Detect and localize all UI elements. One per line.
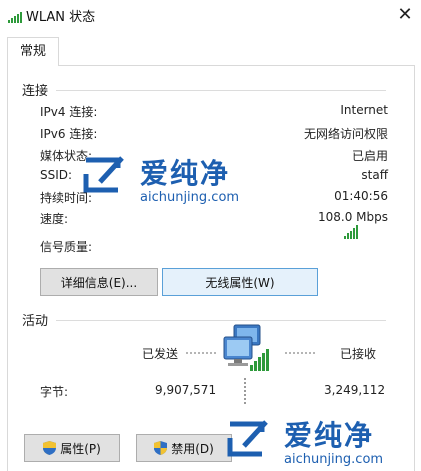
bytes-sent-value: 9,907,571 — [155, 383, 217, 397]
wifi-signal-icon — [8, 12, 22, 23]
bytes-label: 字节: — [40, 385, 69, 399]
disable-button-label: 禁用(D) — [171, 442, 214, 456]
watermark-url: aichunjing.com — [284, 452, 384, 467]
disable-button[interactable]: 禁用(D) — [136, 434, 232, 462]
wireless-properties-button[interactable]: 无线属性(W) — [162, 268, 318, 296]
title-bar: WLAN 状态 ✕ — [0, 0, 421, 30]
connection-group-title: 连接 — [22, 84, 49, 99]
close-button[interactable]: ✕ — [389, 0, 421, 30]
uac-shield-icon — [154, 441, 168, 455]
properties-button-label: 属性(P) — [60, 442, 101, 456]
watermark-top: 爱纯净 aichunjing.com — [78, 150, 258, 210]
tab-general[interactable]: 常规 — [7, 37, 59, 66]
activity-group-title: 活动 — [22, 314, 49, 329]
network-computer-icon — [223, 324, 269, 371]
watermark-url: aichunjing.com — [140, 190, 240, 205]
ipv6-value: 无网络访问权限 — [303, 127, 388, 141]
connection-divider — [56, 90, 386, 91]
watermark-bottom: 爱纯净 aichunjing.com — [222, 414, 418, 470]
sent-dots — [186, 352, 216, 356]
sent-label: 已发送 — [142, 347, 179, 361]
details-button[interactable]: 详细信息(E)... — [40, 268, 158, 296]
signal-quality-icon — [344, 225, 360, 239]
bytes-separator — [244, 378, 246, 404]
ssid-label: SSID: — [40, 168, 73, 182]
wlan-status-window: WLAN 状态 ✕ 常规 连接 IPv4 连接: Internet IPv6 连… — [0, 0, 421, 471]
received-dots — [285, 352, 315, 356]
uac-shield-icon — [43, 441, 57, 455]
speed-label: 速度: — [40, 212, 69, 226]
ipv4-value: Internet — [340, 103, 388, 117]
watermark-logo-icon — [227, 420, 268, 457]
ipv6-label: IPv6 连接: — [40, 127, 98, 141]
properties-button[interactable]: 属性(P) — [24, 434, 120, 462]
media-state-value: 已启用 — [351, 149, 388, 163]
watermark-name: 爱纯净 — [140, 157, 231, 190]
speed-value: 108.0 Mbps — [317, 210, 388, 224]
close-icon: ✕ — [397, 4, 413, 25]
ssid-value: staff — [361, 168, 388, 182]
bytes-received-value: 3,249,112 — [324, 383, 386, 397]
activity-divider — [56, 320, 386, 321]
signal-quality-label: 信号质量: — [40, 240, 93, 254]
duration-value: 01:40:56 — [334, 189, 388, 203]
watermark-logo-icon — [83, 156, 124, 193]
received-label: 已接收 — [340, 347, 377, 361]
watermark-name: 爱纯净 — [284, 419, 375, 452]
window-title: WLAN 状态 — [26, 10, 96, 25]
ipv4-label: IPv4 连接: — [40, 105, 98, 119]
